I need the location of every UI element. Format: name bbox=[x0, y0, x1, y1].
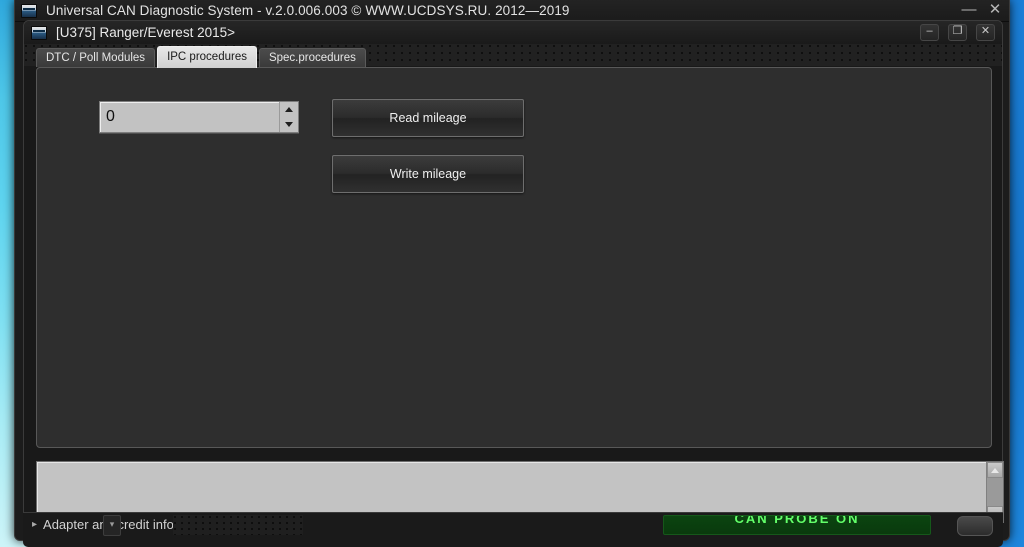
ucds-logo-icon bbox=[21, 3, 37, 18]
triangle-down-icon bbox=[285, 122, 293, 127]
ucds-logo-icon bbox=[31, 25, 47, 40]
spinner-increment-button[interactable] bbox=[280, 102, 298, 117]
vehicle-minimize-button[interactable]: ‒ bbox=[920, 24, 939, 41]
scroll-up-arrow-icon bbox=[991, 467, 999, 473]
vehicle-window: [U375] Ranger/Everest 2015> ‒ ❐ ✕ DTC / … bbox=[23, 20, 1004, 524]
chevron-right-icon: ▸ bbox=[32, 518, 38, 530]
footer-texture bbox=[173, 515, 303, 535]
tab-spec-procedures[interactable]: Spec.procedures bbox=[258, 48, 366, 67]
mileage-input[interactable]: 0 bbox=[100, 102, 279, 132]
application-window: Universal CAN Diagnostic System - v.2.0.… bbox=[14, 0, 1010, 547]
ipc-procedures-panel: 0 Read mileage Write mileage bbox=[36, 67, 992, 448]
minimize-button[interactable]: — bbox=[961, 2, 977, 18]
write-mileage-button[interactable]: Write mileage bbox=[332, 155, 524, 193]
spinner-decrement-button[interactable] bbox=[280, 117, 298, 132]
footer-status-bar: ▸ Adapter and credit information ▾ CAN P… bbox=[23, 512, 1003, 547]
status-badge-label: CAN PROBE ON bbox=[734, 515, 860, 526]
mileage-spinner[interactable]: 0 bbox=[99, 101, 299, 133]
close-button[interactable]: ✕ bbox=[987, 2, 1003, 18]
read-mileage-button[interactable]: Read mileage bbox=[332, 99, 524, 137]
screen-root: Universal CAN Diagnostic System - v.2.0.… bbox=[0, 0, 1024, 547]
vehicle-title: [U375] Ranger/Everest 2015> bbox=[56, 25, 235, 40]
status-badge: CAN PROBE ON bbox=[663, 515, 931, 535]
triangle-up-icon bbox=[285, 107, 293, 112]
window-controls: — ✕ bbox=[961, 2, 1003, 18]
scrollbar-track[interactable] bbox=[987, 478, 1003, 506]
vehicle-window-controls: ‒ ❐ ✕ bbox=[920, 24, 995, 41]
tab-ipc-procedures[interactable]: IPC procedures bbox=[157, 46, 257, 68]
application-titlebar[interactable]: Universal CAN Diagnostic System - v.2.0.… bbox=[15, 0, 1009, 22]
scroll-up-button[interactable] bbox=[987, 462, 1003, 478]
footer-toggle-knob[interactable] bbox=[957, 516, 993, 536]
vehicle-maximize-button[interactable]: ❐ bbox=[948, 24, 967, 41]
vehicle-close-button[interactable]: ✕ bbox=[976, 24, 995, 41]
tab-dtc-poll-modules[interactable]: DTC / Poll Modules bbox=[36, 48, 156, 67]
application-title: Universal CAN Diagnostic System - v.2.0.… bbox=[46, 3, 570, 18]
vehicle-titlebar[interactable]: [U375] Ranger/Everest 2015> ‒ ❐ ✕ bbox=[24, 21, 1002, 44]
tab-bar: DTC / Poll Modules IPC procedures Spec.p… bbox=[36, 46, 368, 68]
spinner-buttons bbox=[279, 102, 298, 132]
footer-dropdown-button[interactable]: ▾ bbox=[103, 515, 121, 536]
